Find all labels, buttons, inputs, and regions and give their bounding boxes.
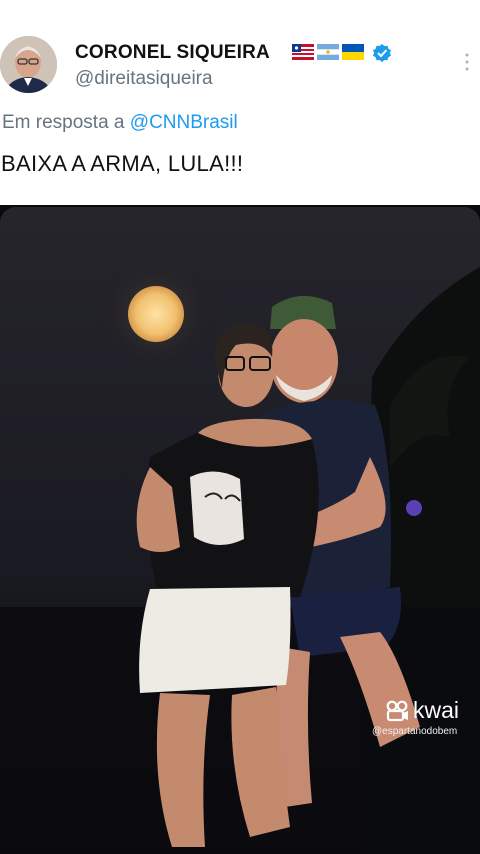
tweet-photo[interactable] [0, 207, 480, 854]
reply-mention-link[interactable]: @CNNBrasil [130, 112, 238, 133]
kwai-watermark: kwai [386, 697, 459, 724]
display-name[interactable]: CORONEL SIQUEIRA [75, 42, 270, 64]
tweet-card: CORONEL SIQUEIRA @direitasiqueira Em res… [0, 0, 480, 205]
moon [128, 286, 184, 342]
user-handle[interactable]: @direitasiqueira [75, 68, 213, 90]
night-photo [0, 207, 480, 854]
ukraine-flag-icon [342, 44, 364, 60]
avatar[interactable] [0, 36, 57, 93]
kwai-brand: kwai [413, 697, 460, 723]
verified-badge-icon [373, 44, 391, 62]
reply-context: Em resposta a @CNNBrasil [2, 112, 238, 134]
reply-prefix: Em resposta a [2, 112, 125, 133]
maranhao-flag-icon [292, 44, 314, 60]
argentina-flag-icon [317, 44, 339, 60]
tweet-text: BAIXA A ARMA, LULA!!! [1, 151, 244, 176]
watermark-username: @espartanodobem [372, 726, 458, 737]
flag-group [292, 44, 364, 60]
more-options-icon[interactable] [460, 52, 474, 72]
kwai-logo-icon [386, 700, 408, 721]
